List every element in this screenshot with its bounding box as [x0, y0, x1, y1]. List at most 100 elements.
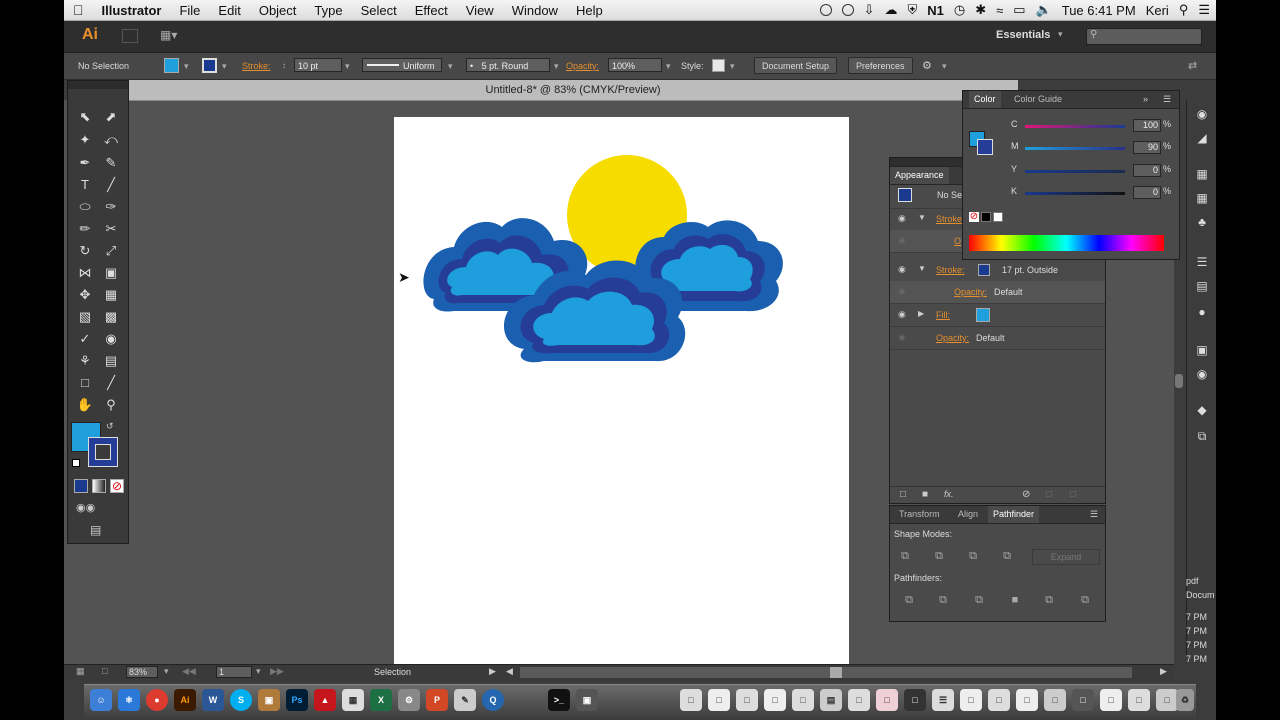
appearance-icon[interactable]: ▣ [1192, 342, 1212, 358]
artboard-tool-icon[interactable]: □ [74, 373, 96, 393]
page-chevron-icon[interactable]: ▾ [256, 666, 261, 677]
slider-cyan[interactable]: C 100 % [1011, 119, 1171, 133]
visibility-eye-icon[interactable]: ◉ [898, 235, 906, 246]
battery-icon[interactable]: ▭ [1013, 2, 1025, 18]
fill-swatch[interactable] [164, 58, 179, 73]
cyan-value-field[interactable]: 100 [1133, 119, 1161, 132]
swap-fill-stroke-icon[interactable]: ↺ [106, 421, 114, 432]
visibility-eye-icon[interactable]: ◉ [898, 264, 906, 275]
artboard[interactable] [394, 117, 849, 664]
none-mode-icon[interactable]: ⊘ [110, 479, 124, 493]
first-artboard-icon[interactable]: ◀◀ [182, 666, 196, 677]
duplicate-item-icon[interactable]: □ [1046, 489, 1052, 500]
fill-label[interactable]: Fill: [936, 310, 950, 320]
stroke-chevron-icon[interactable]: ▾ [222, 53, 227, 79]
minimized-window-icon[interactable]: ▤ [820, 689, 842, 711]
visibility-eye-icon[interactable]: ◉ [898, 309, 906, 320]
minimized-window-icon[interactable]: □ [876, 689, 898, 711]
perspective-grid-tool-icon[interactable]: ▦ [100, 285, 122, 305]
stroke-2-label[interactable]: Stroke: [936, 265, 965, 275]
shield-icon[interactable]: ⛨ [907, 2, 917, 18]
style-swatch[interactable] [712, 59, 725, 72]
zoom-tool-icon[interactable]: ⚲ [100, 395, 122, 415]
brush-definition[interactable]: • 5 pt. Round [466, 58, 550, 72]
appearance-row-opacity-2[interactable]: ◉ Opacity: Default [890, 281, 1105, 304]
status-icon[interactable] [819, 4, 832, 16]
default-fill-stroke-icon[interactable] [72, 459, 80, 467]
workspace-switcher[interactable]: Essentials [996, 29, 1050, 41]
trash-icon[interactable]: ♻ [1176, 689, 1194, 711]
wifi-icon[interactable]: ≈ [996, 3, 1003, 18]
hand-tool-icon[interactable]: ✋ [74, 395, 96, 415]
minimized-window-icon[interactable]: □ [736, 689, 758, 711]
eyedropper-tool-icon[interactable]: ✓ [74, 329, 96, 349]
bluetooth-icon[interactable]: ✱ [975, 2, 986, 18]
color-panel-stroke-swatch[interactable] [977, 139, 993, 155]
minimized-window-icon[interactable]: ☰ [932, 689, 954, 711]
stroke-1-label[interactable]: Stroke [936, 214, 962, 224]
menu-type[interactable]: Type [305, 3, 351, 18]
merge-icon[interactable]: ⧉ [970, 592, 988, 608]
app-store-icon[interactable]: ⚛ [118, 689, 140, 711]
photoshop-icon[interactable]: Ps [286, 689, 308, 711]
minimized-window-icon[interactable]: □ [792, 689, 814, 711]
menu-edit[interactable]: Edit [209, 3, 249, 18]
pathfinder-tab[interactable]: Pathfinder [988, 506, 1040, 523]
n-icon[interactable]: N1 [927, 3, 944, 18]
zoom-field[interactable]: 83% [126, 666, 158, 678]
magic-wand-tool-icon[interactable]: ✦ [74, 130, 96, 150]
slider-yellow[interactable]: Y 0 % [1011, 164, 1171, 178]
align-tab[interactable]: Align [953, 506, 983, 523]
minimized-window-icon[interactable]: □ [680, 689, 702, 711]
menu-file[interactable]: File [170, 3, 209, 18]
apple-menu-icon[interactable]:  [64, 2, 93, 18]
brush-chevron-icon[interactable]: ▾ [554, 53, 559, 79]
bridge-icon[interactable] [122, 29, 138, 43]
terminal-icon[interactable]: >_ [548, 689, 570, 711]
gradient-mode-icon[interactable] [92, 479, 106, 493]
exclude-icon[interactable]: ⧉ [998, 548, 1016, 564]
volume-icon[interactable]: 🔈 [1036, 2, 1052, 18]
opacity-chevron-icon[interactable]: ▾ [666, 53, 671, 79]
none-swatch-icon[interactable]: ⊘ [969, 212, 979, 222]
free-transform-tool-icon[interactable]: ▣ [100, 263, 122, 283]
opacity-label[interactable]: Opacity: [566, 53, 599, 79]
expand-triangle-icon[interactable]: ▼ [918, 264, 926, 273]
document-tab[interactable]: Untitled-8* @ 83% (CMYK/Preview) [128, 80, 1018, 101]
drawing-mode-icon[interactable]: ◉◉ [76, 501, 95, 514]
transparency-icon[interactable]: ● [1192, 304, 1212, 320]
sync-icon[interactable] [841, 4, 854, 16]
notes-icon[interactable]: ✎ [454, 689, 476, 711]
toolbox-grip[interactable] [68, 81, 128, 89]
add-new-fill-icon[interactable]: ■ [922, 489, 928, 500]
stroke-label[interactable]: Stroke: [242, 53, 271, 79]
excel-icon[interactable]: X [370, 689, 392, 711]
minimized-window-icon[interactable]: □ [1016, 689, 1038, 711]
swatches-icon[interactable]: ▦ [1192, 190, 1212, 206]
stroke-weight-field[interactable]: 10 pt [294, 58, 342, 72]
arrange-documents-icon[interactable]: ▦▾ [160, 28, 177, 42]
column-graph-tool-icon[interactable]: ▤ [100, 351, 122, 371]
opacity-1-label[interactable]: O [954, 236, 961, 246]
white-swatch[interactable] [993, 212, 1003, 222]
slider-magenta[interactable]: M 90 % [1011, 141, 1171, 155]
lasso-tool-icon[interactable]: ⤺ [100, 130, 122, 150]
panel-collapse-icon[interactable]: » [1143, 94, 1148, 104]
minimized-window-icon[interactable]: □ [708, 689, 730, 711]
line-tool-icon[interactable]: ╱ [100, 175, 122, 195]
stroke-swatch[interactable] [202, 58, 217, 73]
scissors-tool-icon[interactable]: ✂ [100, 219, 122, 239]
graphic-styles-icon[interactable]: ◉ [1192, 366, 1212, 382]
artboard-nav-icon[interactable]: ▦ [76, 666, 85, 677]
control-panel-menu-icon[interactable]: ⇄ [1188, 53, 1197, 79]
stroke-panel-icon[interactable]: ☰ [1192, 254, 1212, 270]
status-menu-icon[interactable]: ▶ [489, 666, 496, 677]
unite-icon[interactable]: ⧉ [896, 548, 914, 564]
horizontal-scrollbar[interactable] [520, 667, 1132, 678]
workspace-chevron-icon[interactable]: ▾ [1058, 29, 1063, 40]
opacity-3-label[interactable]: Opacity: [936, 333, 969, 343]
artwork[interactable] [394, 117, 849, 664]
visibility-eye-icon[interactable]: ◉ [898, 286, 906, 297]
expand-triangle-icon[interactable]: ▼ [918, 213, 926, 222]
pencil-tool-icon[interactable]: ✏ [74, 219, 96, 239]
